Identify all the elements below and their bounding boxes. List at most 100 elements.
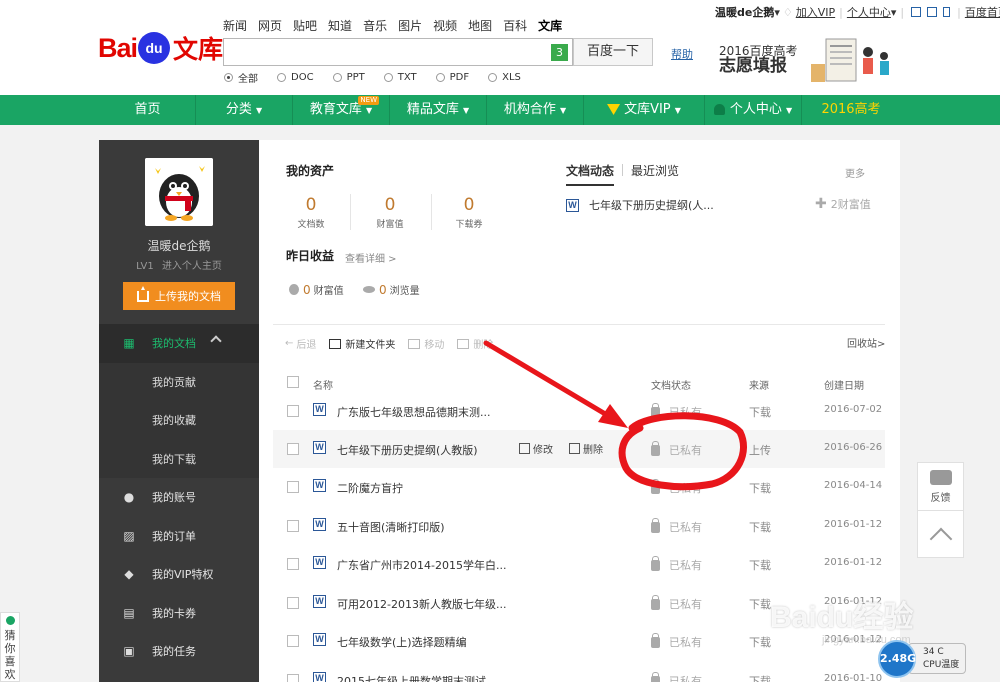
gaokao-promo[interactable]: 2016百度高考 志愿填报	[719, 45, 799, 75]
row-checkbox[interactable]	[287, 405, 299, 417]
dropdown-icon: ▾	[890, 5, 897, 19]
nav-link-zhidao[interactable]: 知道	[328, 17, 352, 34]
view-details-link[interactable]: 查看详细 >	[345, 250, 397, 265]
type-xls[interactable]: XLS	[488, 70, 521, 85]
nav-personal[interactable]: 个人中心 ▼	[705, 95, 802, 125]
row-checkbox[interactable]	[287, 481, 299, 493]
sidebar-item-downloads[interactable]: 我的下载	[99, 439, 259, 478]
sidebar-item-account[interactable]: ● 我的账号	[99, 478, 259, 517]
search-button[interactable]: 百度一下	[573, 38, 653, 66]
nav-link-images[interactable]: 图片	[398, 17, 422, 34]
nav-partners[interactable]: 机构合作 ▼	[487, 95, 584, 125]
row-checkbox[interactable]	[287, 443, 299, 455]
document-name[interactable]: 五十音图(清晰打印版)	[337, 519, 445, 535]
sidebar-item-contributions[interactable]: 我的贡献	[99, 362, 259, 401]
personal-center-link[interactable]: 个人中心	[847, 4, 891, 20]
keyboard-icon[interactable]: 3	[551, 44, 568, 61]
user-bar: 温暖de企鹅 ▾ ♢ 加入VIP | 个人中心 ▾ | | 百度首页	[715, 4, 1000, 20]
document-name[interactable]: 可用2012-2013新人教版七年级...	[337, 596, 506, 612]
chevron-up-icon	[929, 527, 952, 551]
row-delete-button[interactable]: 删除	[569, 441, 611, 456]
guess-you-like-tab[interactable]: 猜 你 喜 欢	[0, 612, 20, 682]
new-folder-button[interactable]: 新建文件夹	[329, 336, 395, 351]
sidebar-username: 温暖de企鹅	[147, 239, 211, 253]
feedback-button[interactable]: 反馈	[918, 463, 963, 511]
table-row[interactable]: W 广东省广州市2014-2015学年白... 已私有 下载 2016-01-1…	[273, 545, 885, 583]
paw-icon: du	[138, 32, 171, 64]
more-link[interactable]: 更多	[845, 165, 865, 180]
recycle-bin-link[interactable]: 回收站>	[847, 335, 885, 350]
back-to-top-button[interactable]	[918, 511, 963, 558]
type-pdf[interactable]: PDF	[435, 70, 469, 85]
document-name[interactable]: 2015七年级上册数学期末测试	[337, 673, 486, 682]
avatar[interactable]	[145, 158, 213, 226]
nav-category[interactable]: 分类 ▼	[196, 95, 293, 125]
sidebar-item-orders[interactable]: ▨ 我的订单	[99, 517, 259, 556]
username-menu[interactable]: 温暖de企鹅	[715, 4, 774, 20]
sidebar-item-favorites[interactable]: 我的收藏	[99, 401, 259, 440]
edit-button[interactable]: 修改	[519, 441, 561, 456]
baidu-home-link[interactable]: 百度首页	[965, 4, 1000, 20]
cpu-monitor-widget[interactable]: 34 C CPU温度 2.48G	[878, 640, 968, 678]
nav-premium[interactable]: 精品文库 ▼	[390, 95, 487, 125]
edit-icon[interactable]	[911, 7, 922, 17]
type-all[interactable]: 全部	[224, 70, 258, 85]
help-link[interactable]: 帮助	[671, 46, 693, 62]
document-name[interactable]: 七年级下册历史提纲(人教版)	[337, 442, 478, 458]
back-arrow-icon: ←	[285, 338, 294, 349]
delete-button[interactable]: 删除	[457, 336, 493, 351]
select-all-checkbox[interactable]	[287, 376, 299, 388]
search-input[interactable]: 3	[223, 38, 573, 66]
upload-icon	[137, 285, 149, 302]
nav-link-baike[interactable]: 百科	[503, 17, 527, 34]
row-checkbox[interactable]	[287, 558, 299, 570]
nav-link-map[interactable]: 地图	[468, 17, 492, 34]
table-row[interactable]: W 五十音图(清晰打印版) 已私有 下载 2016-01-12	[273, 507, 885, 545]
nav-link-web[interactable]: 网页	[258, 17, 282, 34]
table-row[interactable]: W 广东版七年级思想品德期末测... 已私有 下载 2016-07-02	[273, 392, 885, 430]
profile-link[interactable]: 进入个人主页	[162, 261, 222, 272]
type-ppt[interactable]: PPT	[332, 70, 365, 85]
nav-link-wenku[interactable]: 文库	[538, 17, 562, 34]
phone-icon[interactable]	[943, 7, 951, 17]
type-doc[interactable]: DOC	[277, 70, 314, 85]
chevron-down-icon: ▼	[674, 106, 681, 115]
move-button[interactable]: 移动	[408, 336, 444, 351]
nav-vip[interactable]: 文库VIP ▼	[584, 95, 705, 125]
upload-document-button[interactable]: 上传我的文档	[123, 282, 235, 310]
row-checkbox[interactable]	[287, 597, 299, 609]
table-row[interactable]: W 二阶魔方盲拧 已私有 下载 2016-04-14	[273, 468, 885, 506]
tab-document-activity[interactable]: 文档动态	[566, 162, 615, 186]
sidebar-item-vip[interactable]: ◆ 我的VIP特权	[99, 555, 259, 594]
sidebar-item-coupons[interactable]: ▤ 我的卡券	[99, 594, 259, 633]
join-vip-link[interactable]: 加入VIP	[796, 4, 835, 20]
nav-link-news[interactable]: 新闻	[223, 17, 247, 34]
table-row[interactable]: W 七年级下册历史提纲(人教版) 修改 删除 已私有 上传 2016-06-26	[273, 430, 885, 468]
sidebar-item-tasks[interactable]: ▣ 我的任务	[99, 632, 259, 671]
tab-recent-browse[interactable]: 最近浏览	[631, 162, 679, 186]
document-name[interactable]: 二阶魔方盲拧	[337, 480, 403, 496]
dropdown-icon: ▾	[774, 5, 780, 19]
row-checkbox[interactable]	[287, 635, 299, 647]
nav-education[interactable]: 教育文库 ▼ NEW	[293, 95, 390, 125]
document-name[interactable]: 广东版七年级思想品德期末测...	[337, 404, 491, 420]
type-txt[interactable]: TXT	[383, 70, 417, 85]
table-row[interactable]: W 2015七年级上册数学期末测试 已私有 下载 2016-01-10	[273, 661, 885, 682]
sidebar-menu: ▦ 我的文档 我的贡献 我的收藏 我的下载 ● 我的账号 ▨ 我的订单 ◆ 我的VIP…	[99, 324, 259, 671]
nav-gaokao[interactable]: 2016高考	[802, 95, 900, 125]
nav-link-video[interactable]: 视频	[433, 17, 457, 34]
back-button[interactable]: ← 后退	[285, 336, 316, 351]
mail-icon[interactable]	[927, 7, 938, 17]
floating-tools: 反馈	[917, 462, 964, 558]
sidebar-item-my-documents[interactable]: ▦ 我的文档	[99, 324, 259, 363]
document-toolbar: ← 后退 新建文件夹 移动 删除	[285, 336, 506, 351]
document-name[interactable]: 广东省广州市2014-2015学年白...	[337, 557, 506, 573]
nav-home[interactable]: 首页	[100, 95, 196, 125]
baidu-wenku-logo[interactable]: Bai du 文库	[98, 28, 223, 68]
row-checkbox[interactable]	[287, 674, 299, 682]
document-name[interactable]: 七年级数学(上)选择题精编	[337, 634, 467, 650]
activity-document[interactable]: W 七年级下册历史提纲(人...	[566, 197, 714, 213]
row-checkbox[interactable]	[287, 520, 299, 532]
nav-link-tieba[interactable]: 贴吧	[293, 17, 317, 34]
nav-link-music[interactable]: 音乐	[363, 17, 387, 34]
